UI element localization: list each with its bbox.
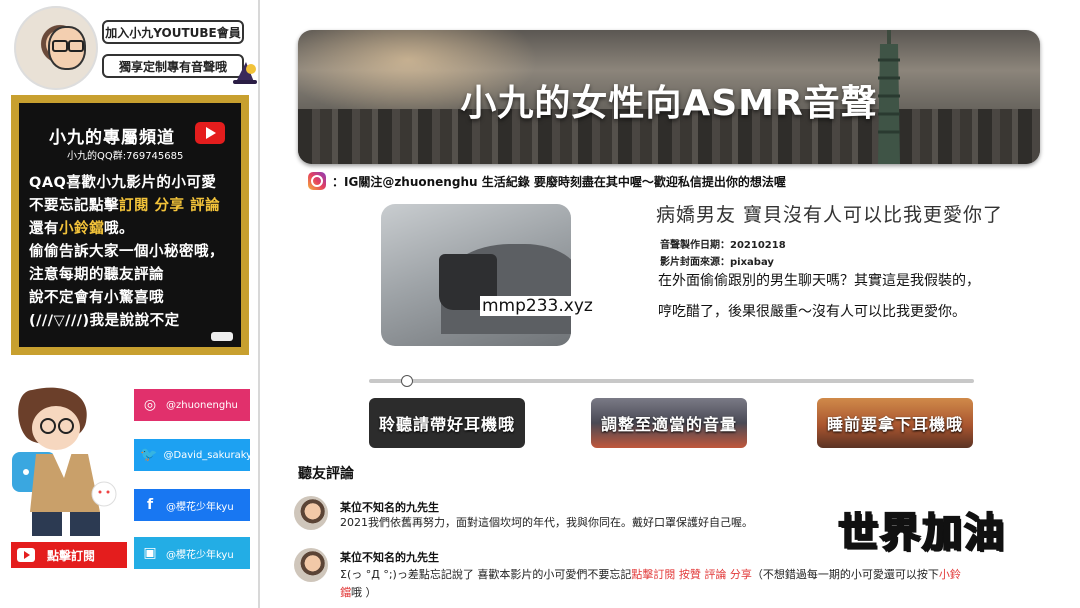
comment-author: 某位不知名的九先生 [340,551,439,564]
watermark: mmp233.xyz [480,296,595,316]
banner-title: 小九的女性向ASMR音聲 [460,83,878,124]
column-divider [258,0,260,608]
channel-line: 還有小鈴鐺哦。 [29,221,134,237]
chalk-eraser [211,332,233,341]
channel-title: 小九的專屬頻道 [49,128,175,148]
social-label: @櫻花少年kyu [166,549,234,561]
facebook-icon: f [146,497,154,513]
ig-note-text: ：IG關注@zhuonenghu 生活紀錄 要廢時刻盡在其中喔～歡迎私信提出你的… [332,174,786,189]
channel-line: 注意每期的聽友評論 [29,267,164,283]
comments-title: 聽友評論 [298,466,354,482]
audio-progress-slider[interactable] [369,379,974,383]
cover-image [381,204,571,346]
custom-audio-button[interactable]: 獨享定制專有音聲哦 [102,54,244,78]
tip-button-headphones[interactable]: 聆聽請帶好耳機哦 [369,398,525,448]
cheer-text: 世界加油 [837,509,1006,557]
channel-line: 偷偷告訴大家一個小秘密哦， [29,244,224,260]
social-bilibili[interactable]: ▣ @櫻花少年kyu [134,537,250,569]
channel-line: 說不定會有小驚喜哦 [29,290,164,306]
subscribe-label: 點擊訂閱 [47,548,96,563]
qq-group: 小九的QQ群:769745685 [67,151,184,162]
play-icon [17,548,35,562]
instagram-icon: ◎ [143,397,157,413]
audio-progress-knob[interactable] [401,375,413,387]
comment-avatar [294,496,328,530]
comment-avatar [294,548,328,582]
twitter-icon: 🐦 [140,447,158,463]
comment-text: 2021我們依舊再努力，面對這個坎坷的年代，我與你同在。戴好口罩保護好自己喔。 [340,516,753,529]
social-instagram[interactable]: ◎ @zhuonenghu [134,389,250,421]
social-label: @David_sakurakyu [163,449,259,461]
social-facebook[interactable]: f @櫻花少年kyu [134,489,250,521]
tip-button-volume[interactable]: 調整至適當的音量 [591,398,747,448]
header-banner: 小九的女性向ASMR音聲 [298,30,1040,164]
comment-text: Σ(っ °Д °;)っ差點忘記說了 喜歡本影片的小可愛們不要忘記點擊訂閱 按贊 … [340,568,961,599]
social-label: @櫻花少年kyu [166,501,234,513]
social-label: @zhuonenghu [166,399,238,411]
social-twitter[interactable]: 🐦 @David_sakurakyu [134,439,258,471]
production-date: 音聲製作日期：20210218 [660,240,786,251]
profile-avatar[interactable] [14,6,98,90]
channel-line: 不要忘記點擊訂閱 分享 評論 [29,198,221,214]
witch-hat-icon [233,62,257,84]
youtube-icon [195,122,225,144]
subscribe-button[interactable]: 點擊訂閱 [11,542,127,568]
channel-chalkboard: 小九的專屬頻道 小九的QQ群:769745685 QAQ喜歡小九影片的小可愛 不… [11,95,249,355]
ig-note: ：IG關注@zhuonenghu 生活紀錄 要廢時刻盡在其中喔～歡迎私信提出你的… [308,172,786,190]
song-title: 病嬌男友 寶貝沒有人可以比我更愛你了 [656,204,1004,226]
song-description: 在外面偷偷跟別的男生聊天嗎？其實這是我假裝的，哼吃醋了，後果很嚴重～沒有人可以比… [658,273,980,320]
instagram-icon [308,172,326,190]
channel-line: QAQ喜歡小九影片的小可愛 [29,175,217,191]
channel-line: (///▽///)我是說說不定 [29,313,180,329]
comment-author: 某位不知名的九先生 [340,501,439,514]
tip-button-sleep[interactable]: 睡前要拿下耳機哦 [817,398,973,448]
join-member-button[interactable]: 加入小九YOUTUBE會員 [102,20,244,44]
cartoon-mascot [12,387,117,536]
bilibili-icon: ▣ [143,545,157,561]
